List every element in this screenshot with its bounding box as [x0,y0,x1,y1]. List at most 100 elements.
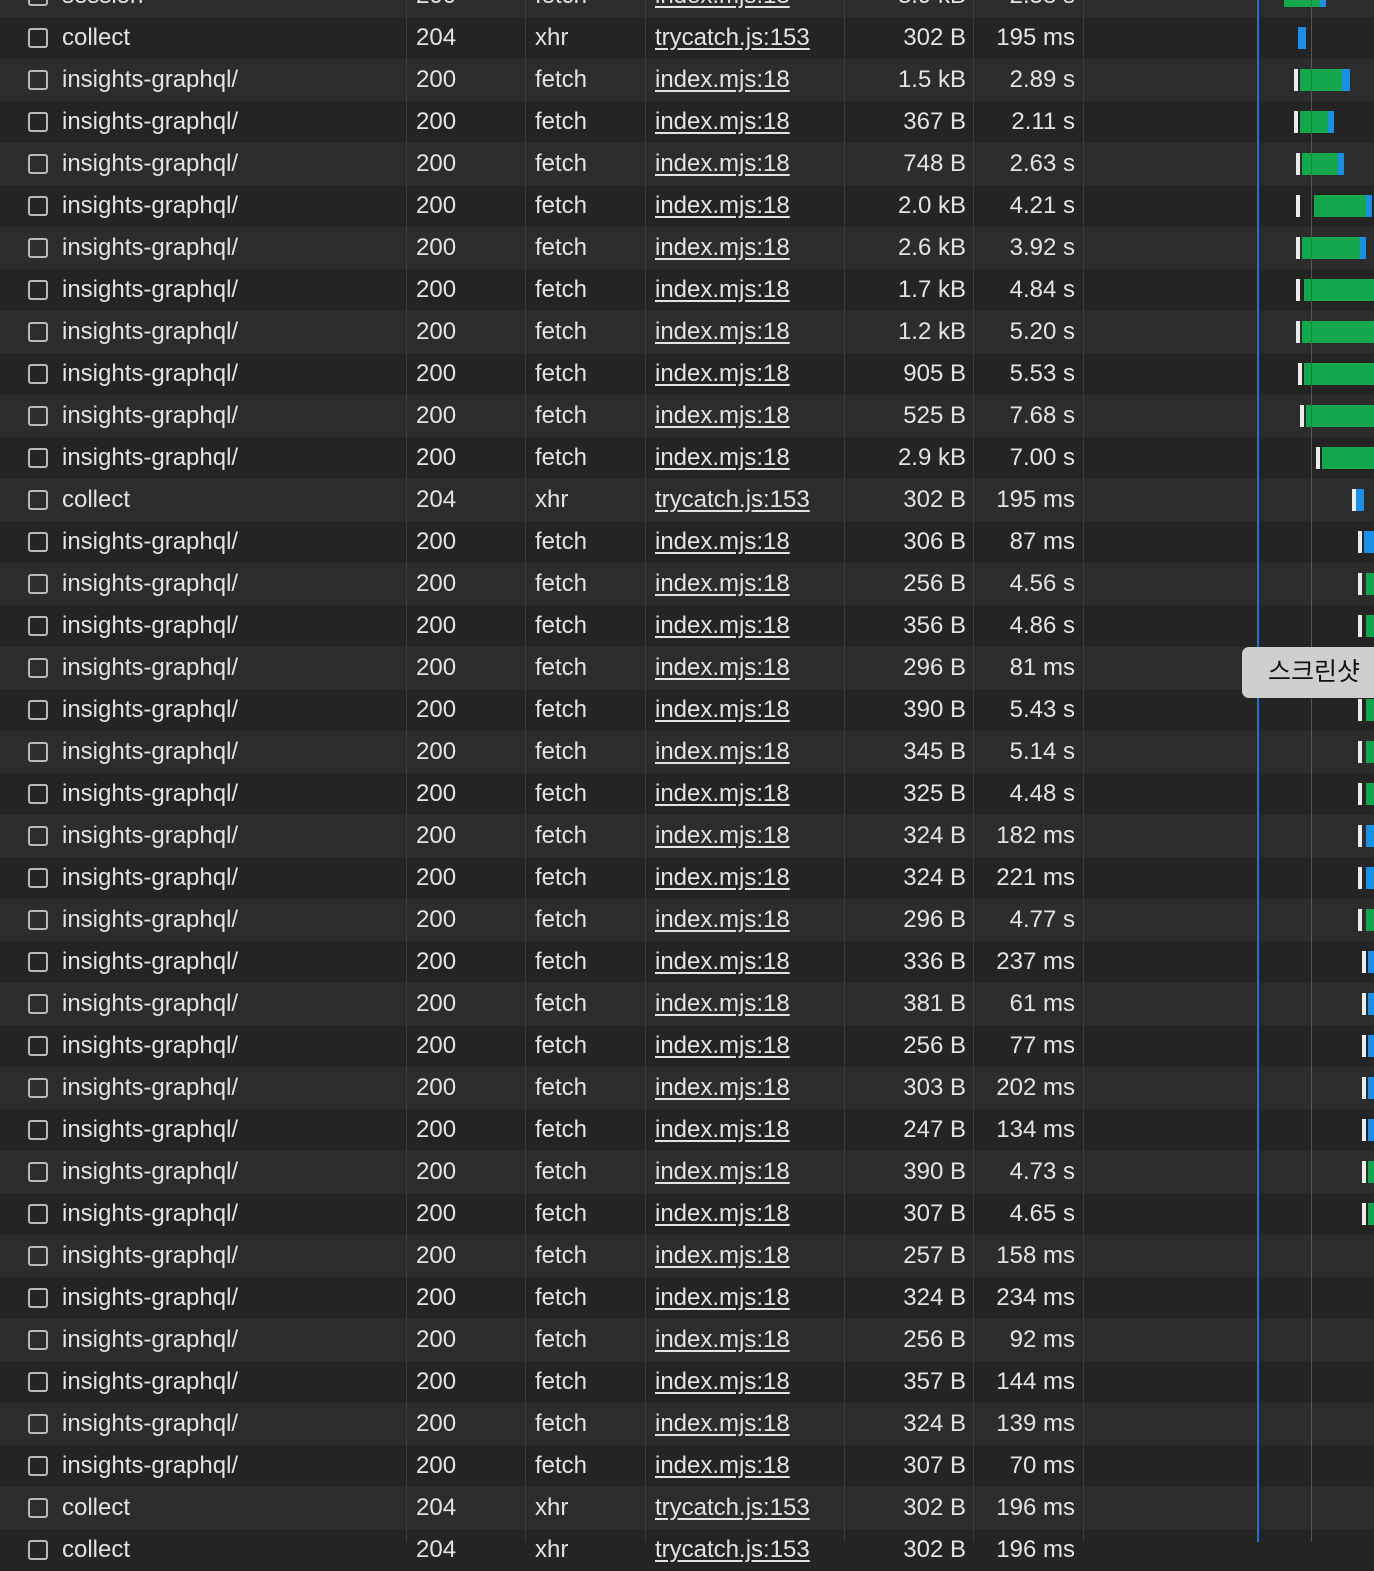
row-checkbox[interactable] [28,574,48,594]
request-initiator-link[interactable]: index.mjs:18 [655,101,840,143]
request-initiator-link[interactable]: index.mjs:18 [655,395,840,437]
request-row[interactable]: insights-graphql/200 fetch index.mjs:18 324… [0,1403,1374,1445]
row-checkbox[interactable] [28,112,48,132]
request-row[interactable]: insights-graphql/200 fetch index.mjs:18 256… [0,1025,1374,1067]
request-row[interactable]: insights-graphql/200 fetch index.mjs:18 2.0… [0,185,1374,227]
row-checkbox[interactable] [28,406,48,426]
request-row[interactable]: collect 204 xhr trycatch.js:153 302 B 195 ms [0,17,1374,59]
row-checkbox[interactable] [28,28,48,48]
request-initiator-link[interactable]: index.mjs:18 [655,983,840,1025]
request-initiator-link[interactable]: index.mjs:18 [655,1319,840,1361]
row-checkbox[interactable] [28,70,48,90]
column-divider-type[interactable] [645,0,646,1542]
request-row[interactable]: insights-graphql/200 fetch index.mjs:18 336… [0,941,1374,983]
request-row[interactable]: insights-graphql/200 fetch index.mjs:18 356… [0,605,1374,647]
request-initiator-link[interactable]: index.mjs:18 [655,1403,840,1445]
request-initiator-link[interactable]: index.mjs:18 [655,269,840,311]
request-initiator-link[interactable]: index.mjs:18 [655,647,840,689]
row-checkbox[interactable] [28,616,48,636]
request-initiator-link[interactable]: index.mjs:18 [655,227,840,269]
request-initiator-link[interactable]: index.mjs:18 [655,1109,840,1151]
request-row[interactable]: collect 204 xhr trycatch.js:153 302 B 196 ms [0,1529,1374,1571]
request-initiator-link[interactable]: index.mjs:18 [655,59,840,101]
column-divider-initiator[interactable] [844,0,845,1542]
row-checkbox[interactable] [28,658,48,678]
row-checkbox[interactable] [28,1456,48,1476]
request-row[interactable]: insights-graphql/200 fetch index.mjs:18 1.5… [0,59,1374,101]
row-checkbox[interactable] [28,1330,48,1350]
row-checkbox[interactable] [28,952,48,972]
row-checkbox[interactable] [28,532,48,552]
row-checkbox[interactable] [28,196,48,216]
request-row[interactable]: collect 204 xhr trycatch.js:153 302 B 195 ms [0,479,1374,521]
request-row[interactable]: insights-graphql/200 fetch index.mjs:18 390… [0,689,1374,731]
request-row[interactable]: insights-graphql/200 fetch index.mjs:18 307… [0,1193,1374,1235]
row-checkbox[interactable] [28,1036,48,1056]
request-row[interactable]: insights-graphql/200 fetch index.mjs:18 2.9… [0,437,1374,479]
request-row[interactable]: insights-graphql/200 fetch index.mjs:18 256… [0,563,1374,605]
request-row[interactable]: insights-graphql/200 fetch index.mjs:18 257… [0,1235,1374,1277]
request-initiator-link[interactable]: index.mjs:18 [655,689,840,731]
request-initiator-link[interactable]: index.mjs:18 [655,311,840,353]
request-initiator-link[interactable]: index.mjs:18 [655,1025,840,1067]
row-checkbox[interactable] [28,1120,48,1140]
request-row[interactable]: insights-graphql/200 fetch index.mjs:18 345… [0,731,1374,773]
request-initiator-link[interactable]: index.mjs:18 [655,353,840,395]
request-row[interactable]: insights-graphql/200 fetch index.mjs:18 525… [0,395,1374,437]
row-checkbox[interactable] [28,1414,48,1434]
request-row[interactable]: insights-graphql/200 fetch index.mjs:18 381… [0,983,1374,1025]
request-row[interactable]: insights-graphql/200 fetch index.mjs:18 390… [0,1151,1374,1193]
request-row[interactable]: insights-graphql/200 fetch index.mjs:18 324… [0,815,1374,857]
request-row[interactable]: insights-graphql/200 fetch index.mjs:18 357… [0,1361,1374,1403]
request-row[interactable]: insights-graphql/200 fetch index.mjs:18 367… [0,101,1374,143]
request-initiator-link[interactable]: index.mjs:18 [655,521,840,563]
request-initiator-link[interactable]: index.mjs:18 [655,857,840,899]
request-initiator-link[interactable]: index.mjs:18 [655,143,840,185]
request-initiator-link[interactable]: index.mjs:18 [655,0,840,17]
request-initiator-link[interactable]: index.mjs:18 [655,941,840,983]
request-row[interactable]: insights-graphql/200 fetch index.mjs:18 303… [0,1067,1374,1109]
column-divider-status[interactable] [525,0,526,1542]
request-initiator-link[interactable]: index.mjs:18 [655,1235,840,1277]
request-row[interactable]: insights-graphql/200 fetch index.mjs:18 296… [0,647,1374,689]
row-checkbox[interactable] [28,1078,48,1098]
request-initiator-link[interactable]: trycatch.js:153 [655,1529,840,1571]
request-initiator-link[interactable]: index.mjs:18 [655,1193,840,1235]
row-checkbox[interactable] [28,1246,48,1266]
column-divider-size[interactable] [973,0,974,1542]
request-initiator-link[interactable]: index.mjs:18 [655,815,840,857]
row-checkbox[interactable] [28,364,48,384]
request-row[interactable]: session 200 fetch index.mjs:18 3.9 kB 2.58 s [0,0,1374,17]
row-checkbox[interactable] [28,1162,48,1182]
row-checkbox[interactable] [28,322,48,342]
row-checkbox[interactable] [28,1372,48,1392]
column-divider-time[interactable] [1083,0,1084,1542]
request-row[interactable]: insights-graphql/200 fetch index.mjs:18 1.2… [0,311,1374,353]
request-row[interactable]: insights-graphql/200 fetch index.mjs:18 2.6… [0,227,1374,269]
request-row[interactable]: insights-graphql/200 fetch index.mjs:18 324… [0,857,1374,899]
row-checkbox[interactable] [28,868,48,888]
row-checkbox[interactable] [28,280,48,300]
request-initiator-link[interactable]: index.mjs:18 [655,605,840,647]
request-initiator-link[interactable]: trycatch.js:153 [655,479,840,521]
request-row[interactable]: insights-graphql/200 fetch index.mjs:18 307… [0,1445,1374,1487]
request-initiator-link[interactable]: index.mjs:18 [655,563,840,605]
row-checkbox[interactable] [28,238,48,258]
request-initiator-link[interactable]: index.mjs:18 [655,731,840,773]
row-checkbox[interactable] [28,784,48,804]
request-row[interactable]: insights-graphql/200 fetch index.mjs:18 247… [0,1109,1374,1151]
request-row[interactable]: insights-graphql/200 fetch index.mjs:18 325… [0,773,1374,815]
request-row[interactable]: insights-graphql/200 fetch index.mjs:18 748… [0,143,1374,185]
request-row[interactable]: insights-graphql/200 fetch index.mjs:18 1.7… [0,269,1374,311]
request-initiator-link[interactable]: index.mjs:18 [655,1067,840,1109]
request-initiator-link[interactable]: index.mjs:18 [655,1151,840,1193]
row-checkbox[interactable] [28,0,48,6]
request-row[interactable]: insights-graphql/200 fetch index.mjs:18 905… [0,353,1374,395]
row-checkbox[interactable] [28,154,48,174]
row-checkbox[interactable] [28,826,48,846]
row-checkbox[interactable] [28,1498,48,1518]
request-initiator-link[interactable]: index.mjs:18 [655,1277,840,1319]
row-checkbox[interactable] [28,994,48,1014]
request-initiator-link[interactable]: trycatch.js:153 [655,1487,840,1529]
request-row[interactable]: insights-graphql/200 fetch index.mjs:18 306… [0,521,1374,563]
